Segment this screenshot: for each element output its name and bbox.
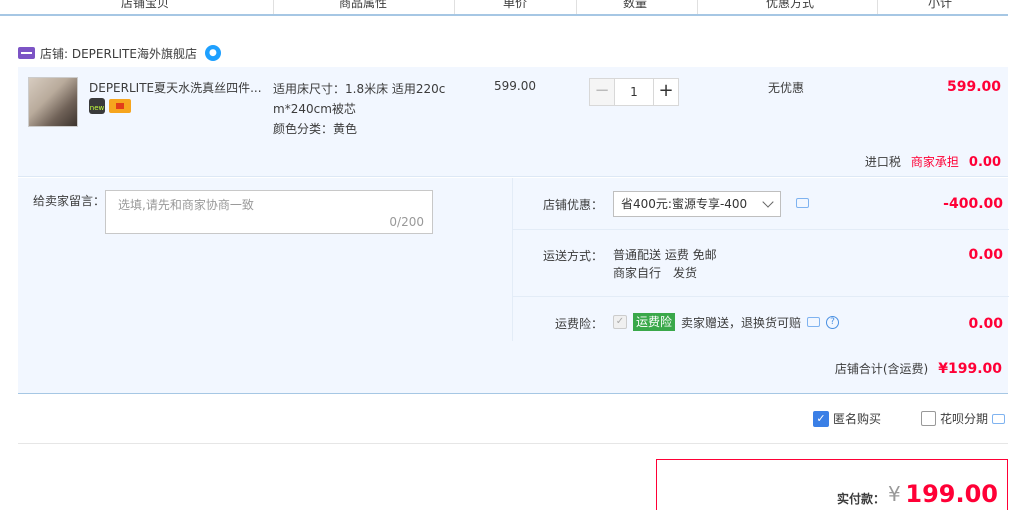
payment-value: 199.00 [905, 480, 998, 508]
qty-input[interactable] [615, 78, 653, 106]
message-field[interactable]: 选填,请先和商家协商一致 0/200 [105, 190, 433, 234]
attr-size-line2: m*240cm被芯 [273, 102, 356, 116]
message-char-count: 0/200 [389, 215, 424, 229]
tax-value: 0.00 [968, 155, 1001, 170]
insurance-tag: 运费险 [633, 313, 676, 331]
qty-minus-button[interactable]: − [589, 78, 615, 106]
anonymous-checkbox[interactable]: ✓ [813, 410, 829, 427]
promotion-text: 无优惠 [768, 81, 805, 95]
shop-total-label: 店铺合计(含运费) [834, 362, 929, 376]
shipping-line2: 商家自行 发货 [613, 266, 698, 280]
huabei-option[interactable]: 花呗分期 [921, 410, 1006, 427]
anonymous-option[interactable]: ✓ 匿名购买 [813, 410, 881, 427]
shop-name[interactable]: 店铺: DEPERLITE海外旗舰店 [40, 45, 197, 62]
chat-icon[interactable] [796, 198, 809, 208]
discount-label: 店铺优惠： [542, 198, 603, 212]
chevron-down-icon [762, 196, 774, 208]
tax-payer: 商家承担 [910, 155, 959, 169]
header-col-price: 单价 [502, 0, 527, 10]
insurance-row: 运费险： ✓ 运费险 卖家赠送，退换货可赔 ? 0.00 [513, 297, 1009, 341]
product-attributes: 适用床尺寸：1.8米床 适用220c m*240cm被芯 颜色分类：黄色 [273, 79, 453, 139]
shop-total-row: 店铺合计(含运费) ¥199.00 [835, 360, 1002, 377]
discount-select[interactable]: 省400元:蜜源专享-400 [613, 191, 781, 217]
header-divider [454, 0, 455, 14]
insurance-content: ✓ 运费险 卖家赠送，退换货可赔 ? [613, 313, 840, 331]
item-subtotal: 599.00 [946, 79, 1001, 95]
credit-card-badge-icon [109, 99, 131, 113]
tmall-new-badge-icon: new [89, 98, 105, 114]
header-col-qty: 数量 [622, 0, 647, 10]
chat-icon[interactable] [807, 317, 821, 327]
shipping-line1: 普通配送 运费 免邮 [613, 248, 717, 262]
attr-size-line1: 适用床尺寸：1.8米床 适用220c [273, 82, 446, 96]
table-header: 店铺宝贝 商品属性 单价 数量 优惠方式 小计 [0, 0, 1008, 16]
wangwang-icon[interactable]: ● [204, 45, 221, 61]
insurance-checkbox: ✓ [613, 315, 627, 329]
payment-summary: 实付款： ¥ 199.00 [656, 459, 1008, 510]
header-col-attr: 商品属性 [338, 0, 387, 10]
header-col-promo: 优惠方式 [765, 0, 814, 10]
insurance-value: 0.00 [968, 316, 1003, 332]
chat-icon[interactable] [992, 413, 1006, 424]
header-col-subtotal: 小计 [927, 0, 952, 10]
message-label: 给卖家留言： [33, 194, 106, 208]
huabei-label[interactable]: 花呗分期 [940, 410, 988, 427]
import-tax-row: 进口税 商家承担 0.00 [865, 153, 1001, 170]
payment-label: 实付款： [837, 492, 886, 506]
payment-currency: ¥ [888, 482, 901, 506]
tax-label: 进口税 [864, 155, 901, 169]
shop-total-value: ¥199.00 [938, 361, 1002, 377]
discount-selected-value: 省400元:蜜源专享-400 [621, 197, 748, 211]
header-col-item: 店铺宝贝 [120, 0, 169, 10]
cart-item-row: DEPERLITE夏天水洗真丝四件... new 适用床尺寸：1.8米床 适用2… [18, 67, 1008, 177]
shipping-value: 0.00 [968, 247, 1003, 263]
header-divider [273, 0, 274, 14]
product-thumbnail[interactable] [28, 77, 78, 127]
divider [18, 443, 1008, 444]
shipping-method: 普通配送 运费 免邮 商家自行 发货 [613, 246, 717, 282]
shop-row: 店铺: DEPERLITE海外旗舰店 ● [18, 45, 221, 61]
insurance-label: 运费险： [554, 317, 603, 331]
shop-icon [18, 47, 35, 59]
shipping-label: 运送方式： [542, 249, 603, 263]
message-placeholder: 选填,请先和商家协商一致 [118, 198, 254, 212]
discount-value: -400.00 [943, 196, 1003, 212]
order-details: 给卖家留言： 选填,请先和商家协商一致 0/200 店铺优惠： 省400元:蜜源… [18, 178, 1009, 394]
insurance-text: 卖家赠送，退换货可赔 [681, 315, 802, 330]
header-divider [877, 0, 878, 14]
checkout-options: ✓ 匿名购买 花呗分期 [813, 410, 1008, 428]
attr-color: 颜色分类：黄色 [273, 122, 358, 136]
header-divider [576, 0, 577, 14]
product-title[interactable]: DEPERLITE夏天水洗真丝四件... [89, 79, 269, 96]
shipping-row: 运送方式： 普通配送 运费 免邮 商家自行 发货 0.00 [513, 230, 1009, 297]
header-divider [697, 0, 698, 14]
anonymous-label[interactable]: 匿名购买 [833, 410, 881, 427]
huabei-checkbox[interactable] [921, 411, 936, 426]
qty-plus-button[interactable]: + [653, 78, 679, 106]
discount-row: 店铺优惠： 省400元:蜜源专享-400 -400.00 [513, 178, 1009, 230]
unit-price: 599.00 [494, 79, 536, 93]
order-summary-panel: 店铺优惠： 省400元:蜜源专享-400 -400.00 运送方式： 普通配送 … [512, 178, 1009, 341]
help-icon[interactable]: ? [826, 315, 840, 329]
quantity-stepper: − + [589, 78, 679, 106]
